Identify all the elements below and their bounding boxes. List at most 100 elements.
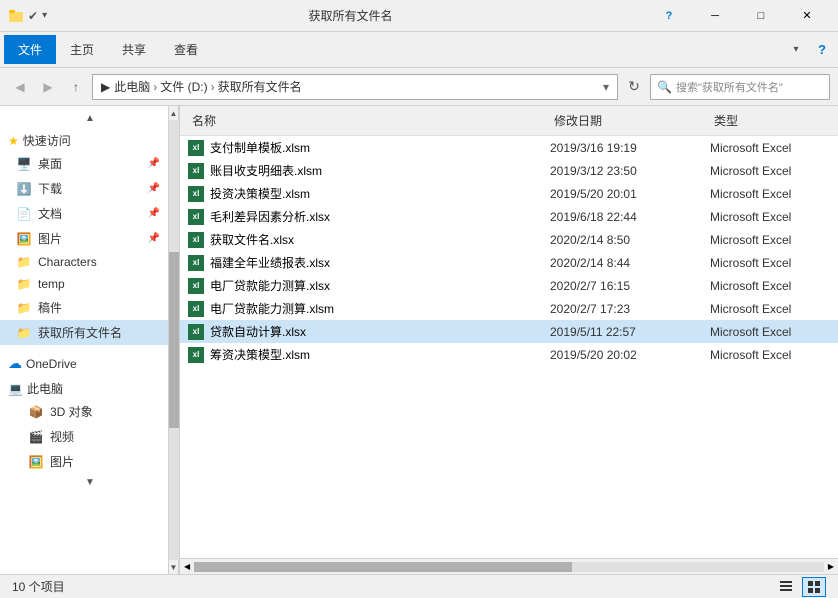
refresh-button[interactable]: ↻ (622, 75, 646, 99)
3d-icon: 📦 (28, 405, 44, 419)
file-date-cell: 2019/3/16 19:19 (550, 141, 710, 155)
sidebar-label-pictures: 图片 (38, 230, 62, 247)
col-header-date[interactable]: 修改日期 (550, 110, 710, 131)
up-button[interactable]: ↑ (64, 75, 88, 99)
help-button[interactable]: ? (646, 0, 692, 32)
file-name-text: 筹资决策模型.xlsm (210, 346, 310, 363)
sidebar-item-pictures[interactable]: 🖼️ 图片 📌 (0, 226, 168, 251)
down-arrow: ▾ (42, 10, 47, 21)
file-date-cell: 2019/6/18 22:44 (550, 210, 710, 224)
tab-view[interactable]: 查看 (160, 35, 212, 64)
excel-icon: xl (188, 209, 204, 225)
maximize-button[interactable]: □ (738, 0, 784, 32)
list-view-btn[interactable] (802, 577, 826, 597)
excel-icon: xl (188, 347, 204, 363)
h-scroll-track[interactable] (194, 562, 824, 572)
file-date-cell: 2019/5/20 20:01 (550, 187, 710, 201)
sidebar-item-3d[interactable]: 📦 3D 对象 (0, 399, 168, 424)
scroll-down-arrow[interactable]: ▼ (169, 560, 179, 574)
file-type-cell: Microsoft Excel (710, 325, 830, 339)
quick-access-icon: ✔ (28, 9, 38, 23)
file-date-cell: 2020/2/14 8:50 (550, 233, 710, 247)
sidebar-label-videos: 视频 (50, 428, 74, 445)
back-button[interactable]: ◀ (8, 75, 32, 99)
manuscripts-folder-icon: 📁 (16, 301, 32, 315)
file-name-text: 账目收支明细表.xlsm (210, 162, 322, 179)
sidebar-scroll-up[interactable]: ▲ (0, 110, 169, 126)
file-name-cell: xl 福建全年业绩报表.xlsx (188, 254, 550, 271)
sidebar-item-videos[interactable]: 🎬 视频 (0, 424, 168, 449)
sidebar-label-desktop: 桌面 (38, 155, 62, 172)
sidebar-item-pics2[interactable]: 🖼️ 图片 (0, 449, 168, 474)
breadcrumb-drive[interactable]: 文件 (D:) (160, 78, 207, 95)
excel-icon: xl (188, 186, 204, 202)
sidebar-item-downloads[interactable]: ⬇️ 下载 📌 (0, 176, 168, 201)
ribbon-collapse-btn[interactable]: ▾ (784, 38, 808, 62)
scroll-up-arrow[interactable]: ▲ (169, 106, 179, 120)
title-bar-icons: ✔ ▾ (8, 8, 47, 24)
h-scroll-left[interactable]: ◀ (184, 562, 190, 571)
this-pc-header: 💻 此电脑 (0, 374, 168, 399)
details-view-btn[interactable] (774, 577, 798, 597)
status-bar: 10 个项目 (0, 574, 838, 598)
table-row[interactable]: xl 获取文件名.xlsx 2020/2/14 8:50 Microsoft E… (180, 228, 838, 251)
table-row[interactable]: xl 支付制单模板.xlsm 2019/3/16 19:19 Microsoft… (180, 136, 838, 159)
file-name-text: 投资决策模型.xlsm (210, 185, 310, 202)
breadcrumb-pc[interactable]: 此电脑 (114, 78, 150, 95)
h-scroll-right[interactable]: ▶ (828, 562, 834, 571)
file-name-cell: xl 投资决策模型.xlsm (188, 185, 550, 202)
pics2-icon: 🖼️ (28, 455, 44, 469)
get-filenames-folder-icon: 📁 (16, 326, 32, 340)
item-count: 10 个项目 (12, 578, 65, 595)
breadcrumb-folder[interactable]: 获取所有文件名 (218, 78, 302, 95)
table-row[interactable]: xl 电厂贷款能力测算.xlsm 2020/2/7 17:23 Microsof… (180, 297, 838, 320)
onedrive-icon: ☁ (8, 355, 22, 372)
close-button[interactable]: ✕ (784, 0, 830, 32)
sidebar-item-desktop[interactable]: 🖥️ 桌面 📌 (0, 151, 168, 176)
table-row[interactable]: xl 福建全年业绩报表.xlsx 2020/2/14 8:44 Microsof… (180, 251, 838, 274)
col-header-name[interactable]: 名称 (188, 110, 550, 131)
breadcrumb-sep1: › (153, 80, 157, 94)
sidebar-item-temp[interactable]: 📁 temp (0, 273, 168, 295)
excel-icon: xl (188, 163, 204, 179)
table-row[interactable]: xl 投资决策模型.xlsm 2019/5/20 20:01 Microsoft… (180, 182, 838, 205)
sidebar-item-docs[interactable]: 📄 文档 📌 (0, 201, 168, 226)
file-type-cell: Microsoft Excel (710, 256, 830, 270)
col-header-type[interactable]: 类型 (710, 110, 830, 131)
file-name-cell: xl 电厂贷款能力测算.xlsm (188, 300, 550, 317)
file-name-cell: xl 筹资决策模型.xlsm (188, 346, 550, 363)
horizontal-scrollbar[interactable]: ◀ ▶ (180, 558, 838, 574)
onedrive-header: ☁ OneDrive (0, 349, 168, 374)
pin-icon-3: 📌 (148, 208, 160, 219)
sidebar-label-get-filenames: 获取所有文件名 (38, 324, 122, 341)
table-row[interactable]: xl 账目收支明细表.xlsm 2019/3/12 23:50 Microsof… (180, 159, 838, 182)
tab-home[interactable]: 主页 (56, 35, 108, 64)
table-row[interactable]: xl 毛利差异因素分析.xlsx 2019/6/18 22:44 Microso… (180, 205, 838, 228)
search-box[interactable]: 🔍 搜索"获取所有文件名" (650, 74, 830, 100)
details-view-icon (779, 580, 793, 594)
table-row[interactable]: xl 筹资决策模型.xlsm 2019/5/20 20:02 Microsoft… (180, 343, 838, 366)
desktop-icon: 🖥️ (16, 157, 32, 171)
docs-icon: 📄 (16, 207, 32, 221)
table-row[interactable]: xl 贷款自动计算.xlsx 2019/5/11 22:57 Microsoft… (180, 320, 838, 343)
sidebar-label-temp: temp (38, 277, 65, 291)
tab-share[interactable]: 共享 (108, 35, 160, 64)
table-row[interactable]: xl 电厂贷款能力测算.xlsx 2020/2/7 16:15 Microsof… (180, 274, 838, 297)
forward-button[interactable]: ▶ (36, 75, 60, 99)
window-controls: ? ─ □ ✕ (646, 0, 830, 32)
v-scroll-track[interactable] (169, 120, 179, 560)
sidebar-scroll-down[interactable]: ▼ (0, 474, 169, 490)
tab-file[interactable]: 文件 (4, 35, 56, 64)
address-path[interactable]: ▶ 此电脑 › 文件 (D:) › 获取所有文件名 ▾ (92, 74, 618, 100)
minimize-button[interactable]: ─ (692, 0, 738, 32)
sidebar-item-characters[interactable]: 📁 Characters (0, 251, 168, 273)
excel-icon: xl (188, 278, 204, 294)
sidebar-item-manuscripts[interactable]: 📁 稿件 (0, 295, 168, 320)
file-type-cell: Microsoft Excel (710, 233, 830, 247)
sidebar-label-pics2: 图片 (50, 453, 74, 470)
sidebar-item-get-filenames[interactable]: 📁 获取所有文件名 (0, 320, 168, 345)
file-name-cell: xl 电厂贷款能力测算.xlsx (188, 277, 550, 294)
help-icon[interactable]: ? (810, 38, 834, 62)
v-scroll-thumb (169, 252, 179, 428)
sidebar-vertical-scrollbar[interactable]: ▲ ▼ (169, 106, 179, 574)
